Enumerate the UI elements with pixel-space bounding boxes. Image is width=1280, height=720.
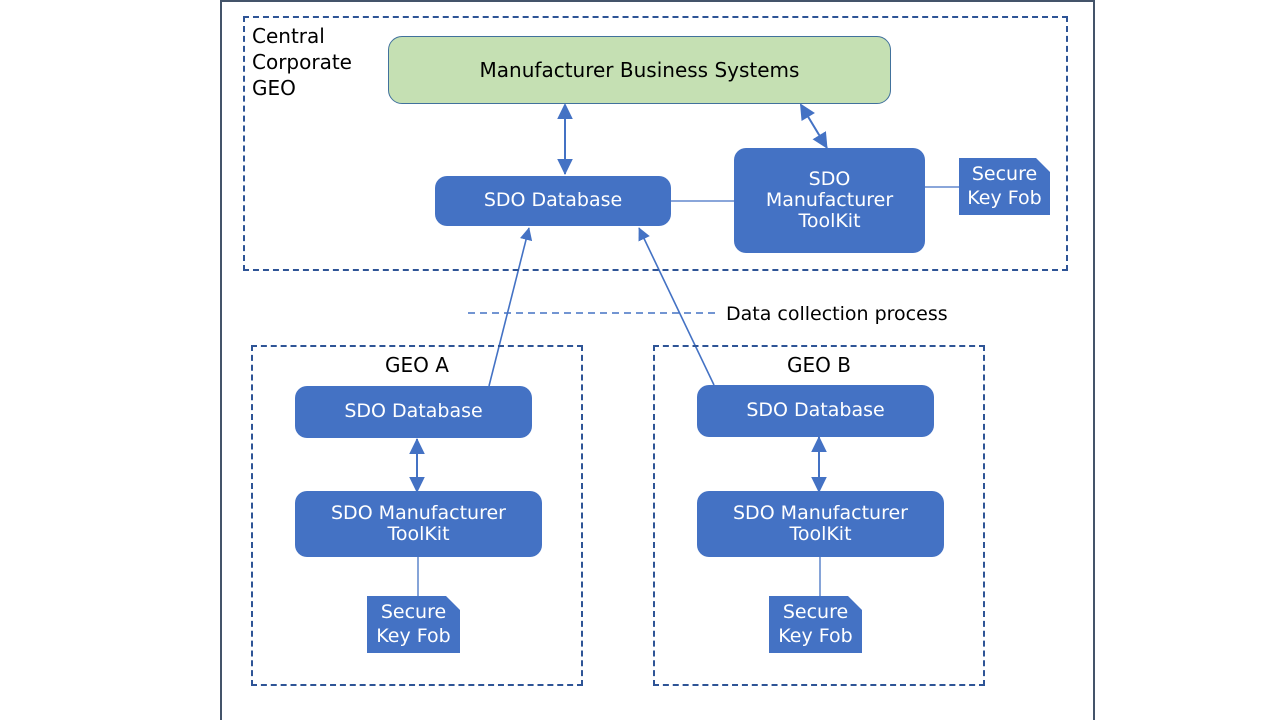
- diagram-canvas: central SDO Database (diagonal arrow up)…: [0, 0, 1280, 720]
- node-central-sdo-database[interactable]: SDO Database: [435, 176, 671, 226]
- annotation-data-collection-process: Data collection process: [726, 303, 948, 325]
- node-geo-a-secure-key-fob[interactable]: Secure Key Fob: [367, 596, 460, 653]
- node-central-sdo-manufacturer-toolkit[interactable]: SDO Manufacturer ToolKit: [734, 148, 925, 253]
- group-label-geo-a: GEO A: [385, 353, 449, 377]
- node-geo-a-sdo-manufacturer-toolkit[interactable]: SDO Manufacturer ToolKit: [295, 491, 542, 557]
- node-geo-a-sdo-database[interactable]: SDO Database: [295, 386, 532, 438]
- node-manufacturer-business-systems[interactable]: Manufacturer Business Systems: [388, 36, 891, 104]
- node-central-secure-key-fob[interactable]: Secure Key Fob: [959, 158, 1050, 215]
- node-geo-b-sdo-manufacturer-toolkit[interactable]: SDO Manufacturer ToolKit: [697, 491, 944, 557]
- group-label-central-corporate-geo: Central Corporate GEO: [252, 24, 352, 100]
- group-label-geo-b: GEO B: [787, 353, 851, 377]
- node-geo-b-secure-key-fob[interactable]: Secure Key Fob: [769, 596, 862, 653]
- node-geo-b-sdo-database[interactable]: SDO Database: [697, 385, 934, 437]
